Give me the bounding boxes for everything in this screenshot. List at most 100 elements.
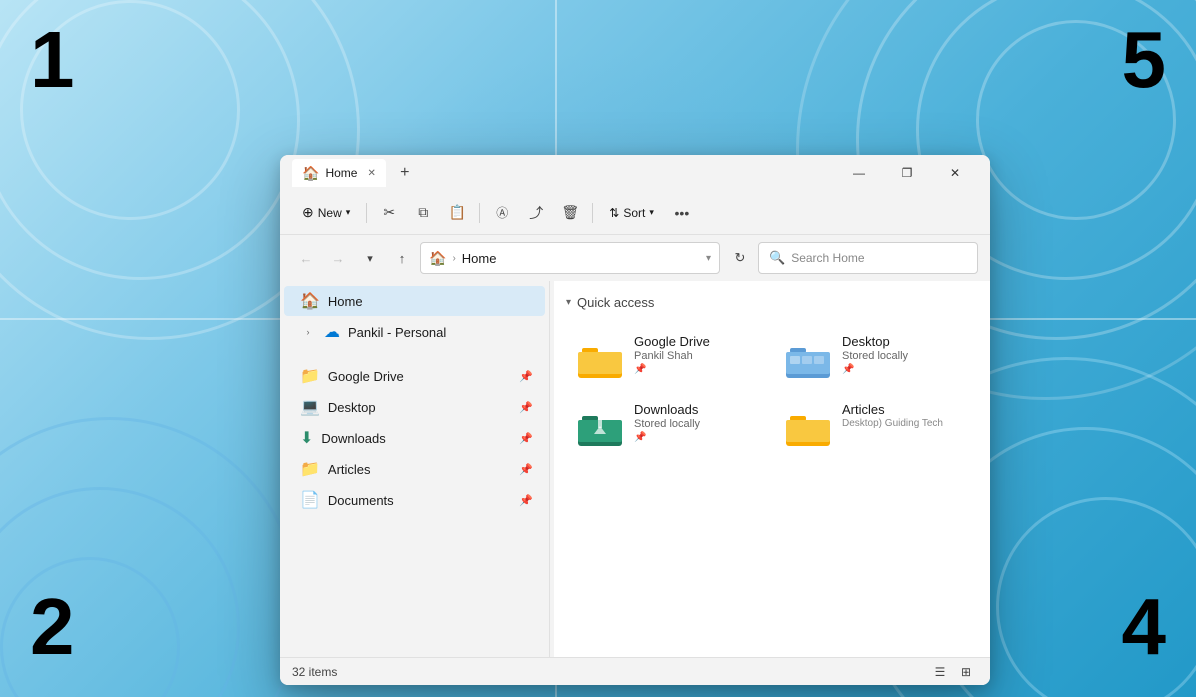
sidebar-downloads-label: Downloads bbox=[321, 431, 511, 446]
toolbar-separator-1 bbox=[366, 203, 367, 223]
window-controls: — ❐ ✕ bbox=[836, 157, 978, 189]
forward-button[interactable]: → bbox=[324, 244, 352, 272]
desktop-icon: 💻 bbox=[300, 397, 320, 417]
item-count: 32 items bbox=[292, 665, 337, 679]
folder-item-google-drive[interactable]: Google Drive Pankil Shah 📌 bbox=[566, 326, 770, 390]
tab-home-icon: 🏠 bbox=[302, 165, 319, 182]
pin-icon: 📌 bbox=[519, 494, 533, 507]
new-label: New bbox=[318, 206, 342, 220]
swirl-ring bbox=[996, 497, 1196, 697]
sidebar-item-onedrive[interactable]: › ☁ Pankil - Personal bbox=[284, 317, 545, 347]
close-button[interactable]: ✕ bbox=[932, 157, 978, 189]
downloads-info: Downloads Stored locally 📌 bbox=[634, 402, 760, 443]
sort-button[interactable]: ⇅ Sort ▾ bbox=[599, 197, 664, 229]
sidebar-item-articles[interactable]: 📁 Articles 📌 bbox=[284, 454, 545, 484]
google-drive-thumb bbox=[576, 334, 624, 382]
desktop-thumb bbox=[784, 334, 832, 382]
delete-button[interactable]: 🗑 bbox=[554, 197, 586, 229]
status-bar: 32 items ☰ ⊞ bbox=[280, 657, 990, 685]
folder-subtitle: Stored locally bbox=[842, 350, 968, 362]
sidebar-item-desktop[interactable]: 💻 Desktop 📌 bbox=[284, 392, 545, 422]
toolbar: ⊕ New ▾ ✂ ⧉ 📋 Ⓐ ⤴ 🗑 ⇅ Sort ▾ ••• bbox=[280, 191, 990, 235]
sidebar-gap bbox=[280, 348, 549, 360]
more-options-button[interactable]: ••• bbox=[666, 197, 698, 229]
sort-icon: ⇅ bbox=[609, 206, 619, 220]
folder-subtitle: Stored locally bbox=[634, 418, 760, 430]
address-chevron-icon: › bbox=[452, 253, 455, 264]
new-tab-button[interactable]: + bbox=[392, 160, 418, 186]
folder-item-desktop[interactable]: Desktop Stored locally 📌 bbox=[774, 326, 978, 390]
up-button[interactable]: ↑ bbox=[388, 244, 416, 272]
onedrive-icon: ☁ bbox=[324, 322, 340, 342]
quick-access-grid: Google Drive Pankil Shah 📌 bbox=[566, 326, 978, 458]
sidebar: 🏠 Home › ☁ Pankil - Personal 📁 Google Dr… bbox=[280, 281, 550, 657]
sidebar-item-downloads[interactable]: ⬇ Downloads 📌 bbox=[284, 423, 545, 453]
share-button[interactable]: ⤴ bbox=[520, 197, 552, 229]
section-chevron-icon: ▾ bbox=[566, 297, 571, 308]
sidebar-item-home[interactable]: 🏠 Home bbox=[284, 286, 545, 316]
quick-access-label: Quick access bbox=[577, 295, 654, 310]
articles-thumb bbox=[784, 402, 832, 450]
pin-icon: 📌 bbox=[519, 463, 533, 476]
recent-locations-button[interactable]: ▾ bbox=[356, 244, 384, 272]
sidebar-gdrive-label: Google Drive bbox=[328, 369, 511, 384]
sidebar-home-label: Home bbox=[328, 294, 533, 309]
articles-icon: 📁 bbox=[300, 459, 320, 479]
back-button[interactable]: ← bbox=[292, 244, 320, 272]
folder-pin-icon: 📌 bbox=[842, 364, 968, 375]
documents-icon: 📄 bbox=[300, 490, 320, 510]
sidebar-item-documents[interactable]: 📄 Documents 📌 bbox=[284, 485, 545, 515]
downloads-thumb bbox=[576, 402, 624, 450]
view-controls: ☰ ⊞ bbox=[928, 660, 978, 684]
search-box[interactable]: 🔍 Search Home bbox=[758, 242, 978, 274]
corner-number-5: 5 bbox=[1122, 20, 1167, 100]
toolbar-separator-2 bbox=[479, 203, 480, 223]
toolbar-separator-3 bbox=[592, 203, 593, 223]
address-bar: ← → ▾ ↑ 🏠 › Home ▾ ↻ 🔍 Search Home bbox=[280, 235, 990, 281]
sort-chevron-icon: ▾ bbox=[649, 207, 654, 218]
sidebar-item-google-drive[interactable]: 📁 Google Drive 📌 bbox=[284, 361, 545, 391]
swirl-ring bbox=[0, 557, 180, 697]
folder-name: Google Drive bbox=[634, 334, 760, 349]
folder-subtitle: Desktop) Guiding Tech bbox=[842, 418, 968, 429]
main-content: 🏠 Home › ☁ Pankil - Personal 📁 Google Dr… bbox=[280, 281, 990, 657]
search-placeholder: Search Home bbox=[791, 251, 864, 265]
minimize-button[interactable]: — bbox=[836, 157, 882, 189]
articles-info: Articles Desktop) Guiding Tech bbox=[842, 402, 968, 429]
sidebar-desktop-label: Desktop bbox=[328, 400, 511, 415]
folder-name: Articles bbox=[842, 402, 968, 417]
folder-name: Downloads bbox=[634, 402, 760, 417]
address-path: Home bbox=[462, 251, 497, 266]
folder-item-downloads[interactable]: Downloads Stored locally 📌 bbox=[566, 394, 770, 458]
folder-name: Desktop bbox=[842, 334, 968, 349]
corner-number-2: 2 bbox=[30, 587, 75, 667]
active-tab[interactable]: 🏠 Home ✕ bbox=[292, 159, 386, 187]
copy-button[interactable]: ⧉ bbox=[407, 197, 439, 229]
address-home-icon: 🏠 bbox=[429, 250, 446, 267]
pin-icon: 📌 bbox=[519, 370, 533, 383]
tab-close-button[interactable]: ✕ bbox=[367, 168, 375, 179]
tab-label: Home bbox=[325, 166, 357, 180]
sidebar-articles-label: Articles bbox=[328, 462, 511, 477]
corner-number-1: 1 bbox=[30, 20, 75, 100]
quick-access-header[interactable]: ▾ Quick access bbox=[566, 291, 978, 314]
refresh-button[interactable]: ↻ bbox=[726, 244, 754, 272]
folder-pin-icon: 📌 bbox=[634, 432, 760, 443]
new-button[interactable]: ⊕ New ▾ bbox=[292, 197, 360, 229]
downloads-icon: ⬇ bbox=[300, 428, 313, 448]
address-input[interactable]: 🏠 › Home ▾ bbox=[420, 242, 720, 274]
desktop-info: Desktop Stored locally 📌 bbox=[842, 334, 968, 375]
folder-subtitle: Pankil Shah bbox=[634, 350, 760, 362]
google-drive-icon: 📁 bbox=[300, 366, 320, 386]
grid-view-button[interactable]: ⊞ bbox=[954, 660, 978, 684]
cut-button[interactable]: ✂ bbox=[373, 197, 405, 229]
folder-item-articles[interactable]: Articles Desktop) Guiding Tech bbox=[774, 394, 978, 458]
new-icon: ⊕ bbox=[302, 204, 314, 221]
maximize-button[interactable]: ❐ bbox=[884, 157, 930, 189]
sort-label: Sort bbox=[623, 206, 645, 220]
paste-button[interactable]: 📋 bbox=[441, 197, 473, 229]
list-view-button[interactable]: ☰ bbox=[928, 660, 952, 684]
title-bar-left: 🏠 Home ✕ + bbox=[292, 159, 836, 187]
rename-button[interactable]: Ⓐ bbox=[486, 197, 518, 229]
google-drive-info: Google Drive Pankil Shah 📌 bbox=[634, 334, 760, 375]
